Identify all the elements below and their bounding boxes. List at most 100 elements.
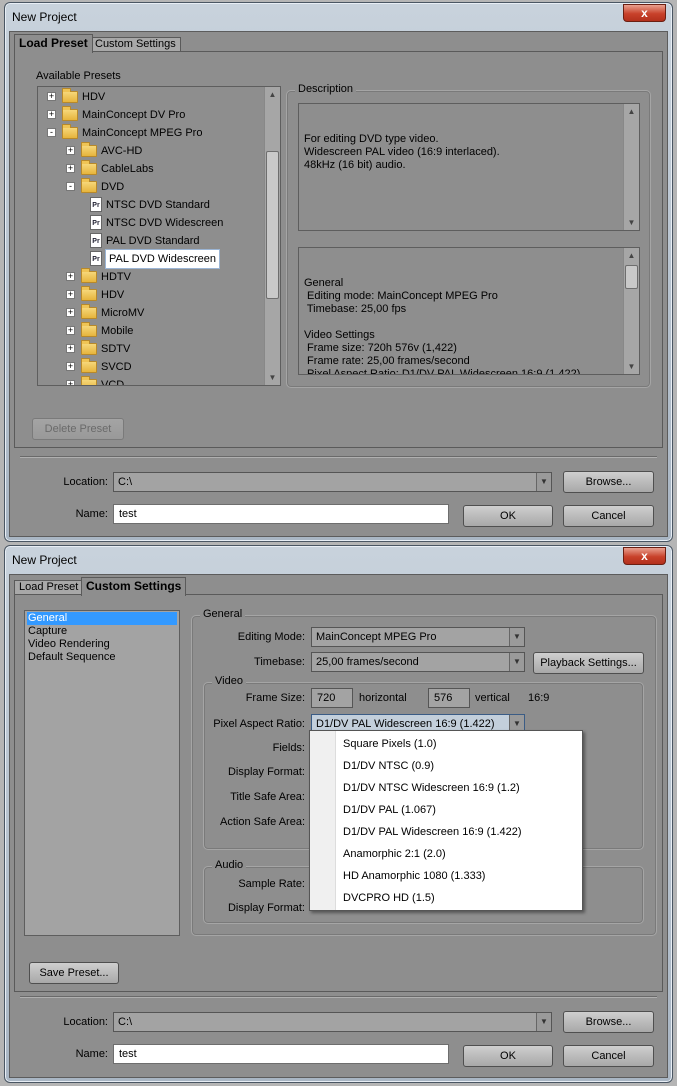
scroll-up-arrow-icon[interactable]: ▲ [624,104,639,119]
editing-mode-select[interactable]: MainConcept MPEG Pro ▼ [311,627,525,647]
tree-preset-item[interactable]: Pr PAL DVD Standard [38,232,264,250]
expand-icon[interactable]: + [66,326,75,335]
frame-height-input[interactable]: 576 [428,688,470,708]
category-item[interactable]: Video Rendering [27,638,177,651]
browse-button[interactable]: Browse... [563,1011,654,1033]
description-scrollbar[interactable]: ▲ ▼ [623,104,639,230]
name-field[interactable]: test [113,504,449,524]
playback-settings-button[interactable]: Playback Settings... [533,652,644,674]
detail-line: Pixel Aspect Ratio: D1/DV PAL Widescreen… [304,368,581,375]
category-item[interactable]: Capture [27,625,177,638]
expand-icon[interactable]: + [66,164,75,173]
scroll-down-arrow-icon[interactable]: ▼ [624,359,639,374]
pixel-aspect-option[interactable]: Anamorphic 2:1 (2.0) [343,843,446,865]
save-preset-button[interactable]: Save Preset... [29,962,119,984]
pixel-aspect-option[interactable]: DVCPRO HD (1.5) [343,887,435,909]
description-label: Description [295,83,357,95]
chevron-down-icon[interactable]: ▼ [536,473,551,491]
tree-folder-item[interactable]: + VCD [38,376,264,385]
expand-icon[interactable]: + [47,110,56,119]
location-combo[interactable]: C:\ ▼ [113,472,552,492]
scroll-down-arrow-icon[interactable]: ▼ [624,215,639,230]
chevron-down-icon[interactable]: ▼ [536,1013,551,1031]
pixel-aspect-ratio-dropdown-list[interactable]: Square Pixels (1.0) D1/DV NTSC (0.9) D1/DV… [309,730,583,911]
description-text: For editing DVD type video. Widescreen PA… [298,103,640,231]
tree-folder-item[interactable]: - MainConcept MPEG Pro [38,124,264,142]
title-bar: New Project x [5,3,672,31]
tree-scrollbar[interactable]: ▲ ▼ [264,87,280,385]
scroll-thumb[interactable] [625,265,638,289]
tree-folder-item[interactable]: - DVD [38,178,264,196]
category-item[interactable]: General [27,612,177,625]
pixel-aspect-option[interactable]: HD Anamorphic 1080 (1.333) [343,865,485,887]
tree-item-label: CableLabs [101,163,154,175]
scroll-up-arrow-icon[interactable]: ▲ [265,87,280,102]
tab-custom-settings[interactable]: Custom Settings [90,37,181,52]
tree-folder-item[interactable]: + HDV [38,88,264,106]
expand-icon[interactable]: + [66,308,75,317]
tree-folder-item[interactable]: + SDTV [38,340,264,358]
details-scrollbar[interactable]: ▲ ▼ [623,248,639,374]
folder-icon [81,376,97,385]
window-title: New Project [12,10,77,24]
pixel-aspect-option[interactable]: Square Pixels (1.0) [343,733,437,755]
chevron-down-icon[interactable]: ▼ [509,628,524,646]
tree-folder-item[interactable]: + Mobile [38,322,264,340]
close-button[interactable]: x [623,547,666,565]
pixel-aspect-option[interactable]: D1/DV PAL (1.067) [343,799,436,821]
tree-folder-item[interactable]: + MainConcept DV Pro [38,106,264,124]
tree-folder-item[interactable]: + SVCD [38,358,264,376]
timebase-select[interactable]: 25,00 frames/second ▼ [311,652,525,672]
scroll-thumb[interactable] [266,151,279,299]
tree-item-label: PAL DVD Standard [106,235,200,247]
name-label: Name: [75,1048,108,1060]
pixel-aspect-option[interactable]: D1/DV NTSC (0.9) [343,755,434,777]
tab-custom-settings[interactable]: Custom Settings [81,577,187,596]
tree-folder-item[interactable]: + CableLabs [38,160,264,178]
expand-icon[interactable]: + [66,380,75,385]
ok-button[interactable]: OK [463,505,553,527]
expand-icon[interactable]: + [66,362,75,371]
menu-gutter [310,731,336,910]
tree-folder-item[interactable]: + HDV [38,286,264,304]
tree-preset-item[interactable]: Pr PAL DVD Widescreen [38,249,264,269]
browse-button[interactable]: Browse... [563,471,654,493]
collapse-icon[interactable]: - [47,128,56,137]
tree-folder-item[interactable]: + AVC-HD [38,142,264,160]
pixel-aspect-option[interactable]: D1/DV PAL Widescreen 16:9 (1.422) [343,821,522,843]
cancel-button[interactable]: Cancel [563,505,654,527]
fields-label: Fields: [272,742,305,754]
scroll-down-arrow-icon[interactable]: ▼ [265,370,280,385]
sample-rate-label: Sample Rate: [238,878,305,890]
name-field[interactable]: test [113,1044,449,1064]
chevron-down-icon[interactable]: ▼ [509,653,524,671]
cancel-button[interactable]: Cancel [563,1045,654,1067]
tab-load-preset[interactable]: Load Preset [14,34,93,53]
category-item[interactable]: Default Sequence [27,651,177,664]
location-combo[interactable]: C:\ ▼ [113,1012,552,1032]
divider [20,456,657,458]
frame-width-input[interactable]: 720 [311,688,353,708]
tree-folder-item[interactable]: + HDTV [38,268,264,286]
close-button[interactable]: x [623,4,666,22]
title-safe-area-label: Title Safe Area: [230,791,305,803]
tree-preset-item[interactable]: Pr NTSC DVD Widescreen [38,214,264,232]
tree-folder-item[interactable]: + MicroMV [38,304,264,322]
expand-icon[interactable]: + [66,290,75,299]
expand-icon[interactable]: + [47,92,56,101]
tree-preset-item[interactable]: Pr NTSC DVD Standard [38,196,264,214]
delete-preset-button[interactable]: Delete Preset [32,418,124,440]
ok-button[interactable]: OK [463,1045,553,1067]
expand-icon[interactable]: + [66,272,75,281]
collapse-icon[interactable]: - [66,182,75,191]
presets-tree[interactable]: + HDV + MainConcept DV Pro - MainConcept MPEG… [37,86,281,386]
tab-load-preset[interactable]: Load Preset [14,580,84,595]
settings-category-list[interactable]: General Capture Video Rendering Default Seq… [24,610,180,936]
folder-icon [62,88,78,103]
expand-icon[interactable]: + [66,344,75,353]
scroll-up-arrow-icon[interactable]: ▲ [624,248,639,263]
preset-file-icon: Pr [90,197,102,212]
available-presets-label: Available Presets [36,70,121,82]
pixel-aspect-option[interactable]: D1/DV NTSC Widescreen 16:9 (1.2) [343,777,520,799]
expand-icon[interactable]: + [66,146,75,155]
